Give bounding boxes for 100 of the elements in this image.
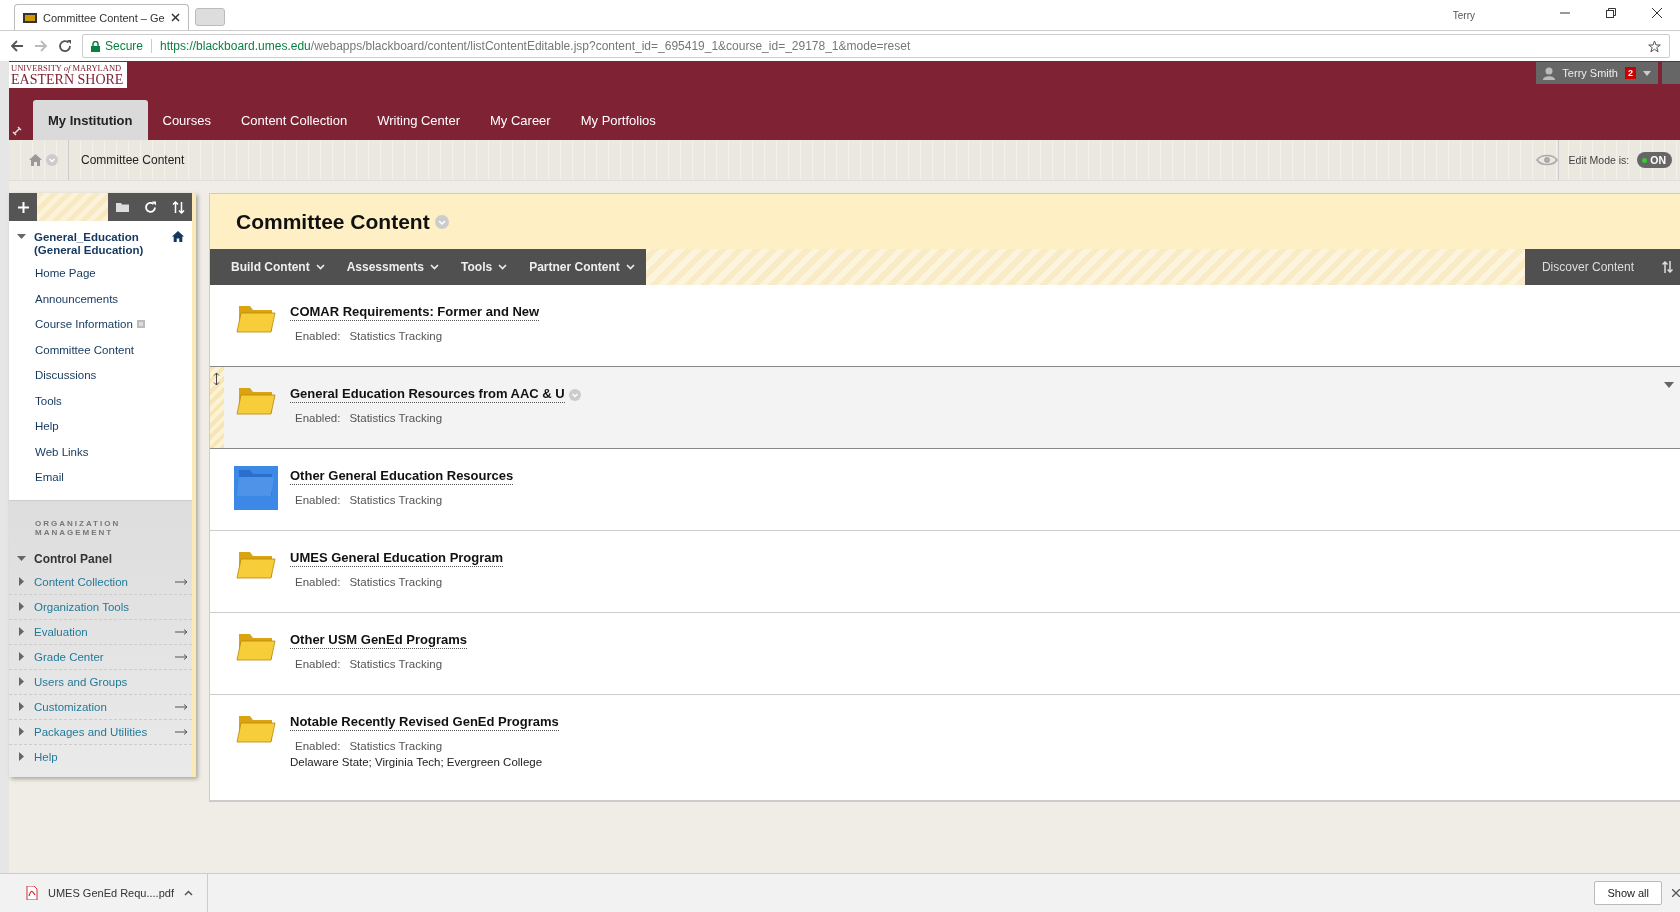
content-item-link[interactable]: UMES General Education Program bbox=[290, 550, 504, 567]
enabled-label: Enabled: bbox=[295, 494, 341, 506]
collapsed-triangle-icon bbox=[19, 727, 24, 737]
lock-icon bbox=[91, 40, 100, 52]
nav-tab[interactable]: Writing Center bbox=[362, 100, 475, 140]
enabled-value: Statistics Tracking bbox=[349, 740, 443, 752]
control-panel-item[interactable]: Grade Center bbox=[9, 644, 192, 670]
nav-tab[interactable]: My Portfolios bbox=[565, 100, 671, 140]
control-panel-title[interactable]: Control Panel bbox=[34, 551, 112, 566]
notification-badge: 2 bbox=[1625, 67, 1636, 79]
content-item-link[interactable]: Other General Education Resources bbox=[290, 468, 514, 485]
plus-icon bbox=[17, 201, 29, 213]
close-icon[interactable] bbox=[1672, 889, 1680, 897]
striped-spacer bbox=[37, 193, 108, 221]
pdf-icon bbox=[26, 886, 38, 900]
collapsed-triangle-icon bbox=[19, 577, 24, 587]
chevron-down-icon bbox=[315, 264, 325, 270]
caret-up-icon bbox=[183, 890, 193, 896]
link-icon[interactable] bbox=[12, 126, 22, 136]
browser-tab[interactable]: Committee Content – Ge bbox=[14, 4, 189, 30]
course-menu-item[interactable]: Discussions bbox=[9, 362, 192, 388]
nav-tab[interactable]: My Career bbox=[475, 100, 566, 140]
university-logo[interactable]: UNIVERSITY of MARYLAND EASTERN SHORE bbox=[9, 62, 128, 88]
enabled-value: Statistics Tracking bbox=[349, 330, 443, 342]
section-label: ORGANIZATION MANAGEMENT bbox=[34, 518, 122, 538]
item-description: Delaware State; Virginia Tech; Evergreen College bbox=[290, 755, 544, 768]
enabled-label: Enabled: bbox=[295, 658, 341, 670]
edit-mode-label: Edit Mode is: bbox=[1568, 154, 1630, 166]
enabled-label: Enabled: bbox=[295, 330, 341, 342]
course-menu-item[interactable]: Web Links bbox=[9, 438, 192, 465]
control-panel-item[interactable]: Customization bbox=[9, 694, 192, 720]
toolbar-menu[interactable]: Assessments bbox=[335, 249, 451, 285]
control-panel-item[interactable]: Organization Tools bbox=[9, 594, 192, 620]
enabled-value: Statistics Tracking bbox=[349, 494, 443, 506]
sort-icon bbox=[171, 200, 185, 214]
enabled-label: Enabled: bbox=[295, 412, 341, 424]
control-panel-item[interactable]: Packages and Utilities bbox=[9, 719, 192, 745]
address-bar[interactable]: Secure https://blackboard.umes.edu/webapps/blackboard/content/listContentEditable.jsp?content_id=_695419_1&course_id=_29178_1&mode=reset bbox=[82, 34, 1670, 58]
collapsed-triangle-icon bbox=[19, 627, 24, 637]
course-menu-item[interactable]: Email bbox=[9, 464, 192, 490]
expanded-triangle-icon[interactable] bbox=[17, 554, 26, 564]
reload-icon[interactable] bbox=[58, 39, 72, 53]
user-name: Terry Smith bbox=[1562, 67, 1618, 79]
restore-icon[interactable] bbox=[1606, 8, 1616, 18]
course-menu-item[interactable]: Course Information bbox=[9, 311, 192, 337]
enabled-label: Enabled: bbox=[295, 576, 341, 588]
enabled-value: Statistics Tracking bbox=[349, 658, 443, 670]
sort-icon bbox=[1661, 261, 1673, 273]
collapsed-triangle-icon bbox=[19, 752, 24, 762]
course-menu-item[interactable]: Help bbox=[9, 413, 192, 439]
control-panel-item[interactable]: Help bbox=[9, 744, 192, 769]
nav-tab[interactable]: My Institution bbox=[33, 100, 148, 140]
chevron-down-icon bbox=[498, 264, 508, 270]
nav-tab[interactable]: Courses bbox=[147, 100, 226, 140]
enabled-value: Statistics Tracking bbox=[349, 412, 443, 424]
control-panel-item[interactable]: Content Collection bbox=[9, 569, 192, 595]
secure-label: Secure bbox=[105, 39, 144, 53]
toolbar-menu[interactable]: Tools bbox=[450, 249, 519, 285]
caret-icon bbox=[1643, 70, 1651, 76]
url-text: https://blackboard.umes.edu/webapps/blackboard/content/listContentEditable.jsp?content_id=_695419_1&course_id=_29178_1&mode=reset bbox=[160, 39, 912, 53]
show-all-button[interactable]: Show all bbox=[1594, 881, 1662, 905]
course-title[interactable]: General_Education (General Education) bbox=[34, 231, 164, 257]
drag-handle-icon[interactable] bbox=[213, 373, 220, 385]
profile-name[interactable]: Terry bbox=[1452, 10, 1475, 21]
edit-mode-toggle[interactable]: ON bbox=[1637, 152, 1672, 168]
course-menu-item[interactable]: Tools bbox=[9, 387, 192, 414]
control-panel-item[interactable]: Evaluation bbox=[9, 619, 192, 645]
toolbar-menu[interactable]: Build Content bbox=[220, 249, 336, 285]
chevron-down-icon bbox=[625, 264, 635, 270]
caret-icon[interactable] bbox=[1664, 382, 1674, 388]
course-menu-item[interactable]: Committee Content bbox=[9, 336, 192, 363]
user-menu[interactable]: Terry Smith 2 bbox=[1536, 62, 1658, 84]
enabled-value: Statistics Tracking bbox=[349, 576, 443, 588]
back-icon[interactable] bbox=[10, 39, 24, 53]
home-icon bbox=[172, 231, 184, 242]
content-item-link[interactable]: Other USM GenEd Programs bbox=[290, 632, 467, 649]
control-panel-item[interactable]: Users and Groups bbox=[9, 669, 192, 695]
toolbar-menu[interactable]: Partner Content bbox=[518, 249, 646, 285]
content-item-link[interactable]: COMAR Requirements: Former and New bbox=[290, 304, 540, 321]
breadcrumb-item[interactable]: Committee Content bbox=[69, 153, 1536, 167]
folder-icon bbox=[115, 200, 129, 214]
collapsed-triangle-icon bbox=[19, 702, 24, 712]
nav-tab[interactable]: Content Collection bbox=[225, 100, 363, 140]
refresh-icon bbox=[143, 200, 157, 214]
course-menu-item[interactable]: Announcements bbox=[9, 285, 192, 312]
chevron-down-icon bbox=[430, 264, 440, 270]
user-icon bbox=[1543, 66, 1556, 80]
page-title: Committee Content bbox=[236, 209, 430, 234]
content-item-link[interactable]: Notable Recently Revised GenEd Programs bbox=[290, 714, 559, 731]
content-item-highlight[interactable]: General Education Resources from AAC & U Enabled: Statistics Tracking bbox=[210, 366, 1680, 449]
content-item-link[interactable]: General Education Resources from AAC & U bbox=[290, 386, 565, 403]
download-item[interactable]: UMES GenEd Requ....pdf bbox=[0, 874, 208, 912]
close-icon[interactable] bbox=[170, 13, 180, 22]
course-menu-item[interactable]: Home Page bbox=[9, 260, 192, 286]
close-icon[interactable] bbox=[1652, 8, 1662, 18]
expanded-triangle-icon[interactable] bbox=[17, 232, 26, 241]
star-icon[interactable] bbox=[1648, 39, 1661, 53]
site-icon bbox=[23, 12, 37, 23]
enabled-label: Enabled: bbox=[295, 740, 341, 752]
collapsed-triangle-icon bbox=[19, 677, 24, 687]
